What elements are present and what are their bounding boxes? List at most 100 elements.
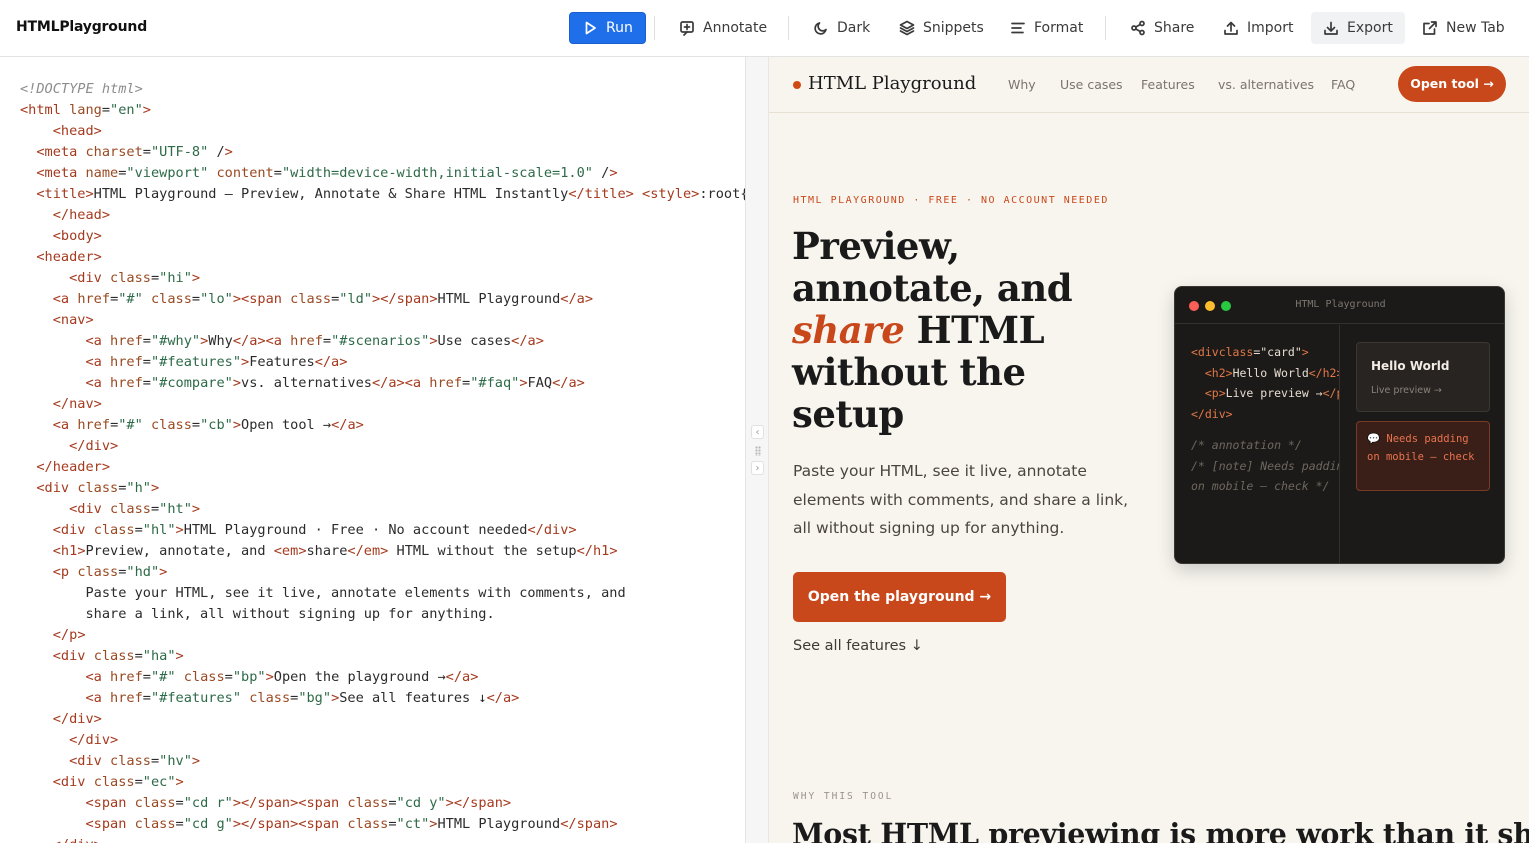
external-link-icon bbox=[1423, 21, 1437, 35]
mockup-card-heading: Hello World bbox=[1371, 359, 1450, 373]
hero-title: Preview, annotate, and share HTML withou… bbox=[792, 225, 1112, 435]
new-tab-label: New Tab bbox=[1446, 20, 1505, 36]
collapse-right-icon[interactable]: › bbox=[751, 461, 764, 475]
code-line[interactable]: <a href="#why">Why</a><a href="#scenario… bbox=[20, 331, 745, 352]
code-line[interactable]: </div> bbox=[20, 709, 745, 730]
code-line[interactable]: <a href="#" class="cb">Open tool →</a> bbox=[20, 415, 745, 436]
why-section-label: WHY THIS TOOL bbox=[793, 791, 894, 802]
toolbar: HTMLPlayground Run Annotate Dark Snippet… bbox=[0, 0, 1529, 57]
mockup-code-line: <p>Live preview →</p> bbox=[1204, 386, 1339, 400]
code-editor[interactable]: <!DOCTYPE html> <html lang="en"> <head> <… bbox=[0, 57, 746, 843]
code-line[interactable]: </head> bbox=[20, 205, 745, 226]
code-line[interactable]: </div> bbox=[20, 436, 745, 457]
code-line[interactable]: <span class="cd r"></span><span class="c… bbox=[20, 793, 745, 814]
mockup-divider bbox=[1339, 325, 1340, 563]
run-button[interactable]: Run bbox=[569, 12, 646, 44]
code-line[interactable]: </div> bbox=[20, 730, 745, 751]
nav-link-faq[interactable]: FAQ bbox=[1331, 77, 1355, 92]
mockup-note-label: Needs padding on mobile — check bbox=[1367, 433, 1475, 463]
code-line[interactable]: Paste your HTML, see it live, annotate e… bbox=[20, 583, 745, 604]
code-line[interactable]: <a href="#" class="lo"><span class="ld">… bbox=[20, 289, 745, 310]
code-line[interactable]: <nav> bbox=[20, 310, 745, 331]
pane-splitter[interactable]: ‹ › bbox=[746, 57, 769, 843]
hero-title-before: Preview, annotate, and bbox=[792, 224, 1073, 310]
code-line[interactable]: <a href="#features" class="bg">See all f… bbox=[20, 688, 745, 709]
drag-handle-icon[interactable] bbox=[755, 446, 761, 456]
format-align-icon bbox=[1011, 22, 1025, 34]
format-button[interactable]: Format bbox=[998, 12, 1095, 44]
mockup-comment-line: on mobile — check */ bbox=[1191, 479, 1330, 493]
new-tab-button[interactable]: New Tab bbox=[1410, 12, 1517, 44]
why-section-title: Most HTML previewing is more work than i… bbox=[792, 817, 1529, 843]
code-line[interactable]: <div class="h"> bbox=[20, 478, 745, 499]
code-line[interactable]: <div class="hl">HTML Playground · Free ·… bbox=[20, 520, 745, 541]
code-line[interactable]: <body> bbox=[20, 226, 745, 247]
code-line[interactable]: <!DOCTYPE html> bbox=[20, 79, 745, 100]
code-line[interactable]: <a href="#" class="bp">Open the playgrou… bbox=[20, 667, 745, 688]
play-icon bbox=[585, 21, 596, 35]
mockup-title: HTML Playground bbox=[1295, 299, 1386, 310]
code-line[interactable]: <div class="hv"> bbox=[20, 751, 745, 772]
annotate-label: Annotate bbox=[703, 20, 768, 36]
hero-title-emphasis: share bbox=[792, 308, 905, 352]
code-line[interactable]: </div> bbox=[20, 835, 745, 843]
toolbar-divider bbox=[788, 16, 789, 40]
share-button[interactable]: Share bbox=[1118, 12, 1206, 44]
code-line[interactable]: <meta name="viewport" content="width=dev… bbox=[20, 163, 745, 184]
editor-mockup: HTML Playground <divclass="card"> <h2>He… bbox=[1174, 286, 1505, 564]
code-line[interactable]: <header> bbox=[20, 247, 745, 268]
code-line[interactable]: <html lang="en"> bbox=[20, 100, 745, 121]
code-line[interactable]: <div class="ht"> bbox=[20, 499, 745, 520]
hero-description: Paste your HTML, see it live, annotate e… bbox=[793, 462, 1129, 537]
open-tool-button[interactable]: Open tool → bbox=[1398, 66, 1506, 102]
code-line[interactable]: <h1>Preview, annotate, and <em>share</em… bbox=[20, 541, 745, 562]
mockup-note-text: 💬 Needs padding on mobile — check bbox=[1367, 430, 1485, 466]
mockup-code-line: </div> bbox=[1191, 406, 1233, 421]
code-line[interactable]: <span class="cd g"></span><span class="c… bbox=[20, 814, 745, 835]
code-line[interactable]: </nav> bbox=[20, 394, 745, 415]
nav-link-why[interactable]: Why bbox=[1008, 77, 1036, 92]
upload-icon bbox=[1224, 21, 1238, 35]
snippets-button[interactable]: Snippets bbox=[887, 12, 996, 44]
code-line[interactable]: share a link, all without signing up for… bbox=[20, 604, 745, 625]
code-line[interactable]: </p> bbox=[20, 625, 745, 646]
code-line[interactable]: <div class="hi"> bbox=[20, 268, 745, 289]
code-line[interactable]: <meta charset="UTF-8" /> bbox=[20, 142, 745, 163]
code-line[interactable]: <head> bbox=[20, 121, 745, 142]
code-line[interactable]: <title>HTML Playground — Preview, Annota… bbox=[20, 184, 745, 205]
mockup-code-line: <divclass="card"> bbox=[1191, 345, 1309, 359]
code-line[interactable]: <a href="#features">Features</a> bbox=[20, 352, 745, 373]
code-line[interactable]: </header> bbox=[20, 457, 745, 478]
collapse-left-icon[interactable]: ‹ bbox=[751, 425, 764, 439]
import-label: Import bbox=[1247, 20, 1294, 36]
run-label: Run bbox=[606, 20, 633, 36]
nav-link-use-cases[interactable]: Use cases bbox=[1060, 77, 1123, 92]
logo-dot-icon bbox=[793, 81, 801, 89]
layers-icon bbox=[899, 20, 915, 36]
code-content[interactable]: <!DOCTYPE html> <html lang="en"> <head> <… bbox=[20, 79, 745, 843]
preview-header: HTML Playground Why Use cases Features v… bbox=[769, 57, 1529, 113]
mockup-code-line: <h2>Hello World</h2> bbox=[1204, 365, 1339, 380]
mockup-comment-line: /* [note] Needs padding bbox=[1191, 458, 1339, 473]
format-label: Format bbox=[1034, 20, 1084, 36]
mockup-comment-line: /* annotation */ bbox=[1191, 438, 1302, 452]
mockup-card-text: Live preview → bbox=[1371, 385, 1442, 396]
import-button[interactable]: Import bbox=[1211, 12, 1305, 44]
code-line[interactable]: <p class="hd"> bbox=[20, 562, 745, 583]
nav-link-features[interactable]: Features bbox=[1141, 77, 1195, 92]
export-button[interactable]: Export bbox=[1311, 12, 1405, 44]
app-title: HTMLPlayground bbox=[16, 19, 148, 35]
open-playground-button[interactable]: Open the playground → bbox=[793, 572, 1006, 622]
code-line[interactable]: <a href="#compare">vs. alternatives</a><… bbox=[20, 373, 745, 394]
annotate-button[interactable]: Annotate bbox=[667, 12, 779, 44]
see-features-link[interactable]: See all features ↓ bbox=[793, 638, 923, 654]
code-line[interactable]: <div class="ha"> bbox=[20, 646, 745, 667]
dark-mode-button[interactable]: Dark bbox=[801, 12, 882, 44]
code-line[interactable]: <div class="ec"> bbox=[20, 772, 745, 793]
preview-logo[interactable]: HTML Playground bbox=[808, 73, 976, 94]
share-label: Share bbox=[1154, 20, 1195, 36]
snippets-label: Snippets bbox=[923, 20, 984, 36]
download-icon bbox=[1324, 21, 1338, 35]
nav-link-alternatives[interactable]: vs. alternatives bbox=[1218, 77, 1314, 92]
mockup-code: <divclass="card"> <h2>Hello World</h2> <… bbox=[1191, 342, 1339, 497]
